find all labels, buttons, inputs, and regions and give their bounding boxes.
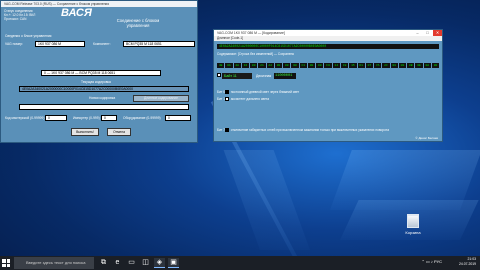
byte-cell[interactable]: 14 <box>332 63 340 68</box>
byte-cell[interactable]: 21 <box>258 63 266 68</box>
workshop-field[interactable]: 0 <box>45 115 67 121</box>
byte-cell[interactable]: 00 <box>431 63 440 68</box>
coding-app-icon[interactable]: ▣ <box>168 258 179 268</box>
byte-cell[interactable]: 0B <box>407 63 415 68</box>
current-coding-label: Текущая кодировка <box>81 80 111 84</box>
execute-button[interactable]: Выполнить! <box>71 128 99 136</box>
coding-window: VAG-COM 1K0 937 086 M — [Кодирование] – … <box>213 29 443 142</box>
byte-cell[interactable]: 00 <box>316 63 324 68</box>
bit-label: Бит 7 <box>217 128 225 132</box>
current-coding-field: 4E0A2A340021A2000000C10000F014C815D1077A… <box>19 86 189 92</box>
byte-cell[interactable]: 00 <box>274 63 283 68</box>
equipment-label: Оборудование (0-99999) <box>123 116 161 120</box>
explorer-icon[interactable]: ▭ <box>126 258 137 268</box>
byte-cell[interactable]: 2C <box>382 63 390 68</box>
bit-row[interactable]: Бит 7 отключение габаритных огней при вы… <box>217 128 389 133</box>
byte-cell[interactable]: 00 <box>390 63 398 68</box>
edge-icon[interactable]: e <box>112 258 123 268</box>
bit-text: постоянный дневной свет через ближний св… <box>230 90 300 94</box>
store-icon[interactable]: ◫ <box>140 258 151 268</box>
coding-select[interactable]: 0 — 1K0 937 086 M — BCM PQ35 M 118 0651 <box>41 70 161 76</box>
byte-cell[interactable]: 00 <box>283 63 291 68</box>
byte-cell[interactable]: 00 <box>307 63 316 68</box>
component-label: Компонент: <box>93 42 111 46</box>
language-indicator[interactable]: РУС <box>434 259 442 264</box>
section-label: Сведения о блоке управления <box>5 34 52 38</box>
bit-text: ассистент дальнего света <box>230 97 269 101</box>
app-subtitle: Соединение с блоком управления <box>116 18 160 28</box>
bit-checkbox[interactable] <box>224 128 229 133</box>
bit-checkbox[interactable] <box>224 97 229 102</box>
recycle-bin[interactable]: Корзина <box>398 214 428 235</box>
windows-logo-icon <box>2 259 6 263</box>
bit-row[interactable]: Бит 1 ассистент дальнего света <box>217 97 269 102</box>
byte-selector[interactable]: Байт 11 <box>222 73 252 79</box>
byte-cell[interactable]: 00 <box>250 63 258 68</box>
byte-cell[interactable]: 0A <box>225 63 233 68</box>
bit-text: отключение габаритных огней при выключен… <box>230 128 389 132</box>
status-line: Содержимое: [Строка без изменений] — Сох… <box>217 52 295 56</box>
workshop-label: Код мастерской (0-99999) <box>5 116 45 120</box>
bit-row[interactable]: Бит 0 постоянный дневной свет через ближ… <box>217 90 300 95</box>
byte-cell[interactable]: C8 <box>340 63 349 68</box>
byte-cell[interactable]: 07 <box>365 63 374 68</box>
clock-date: 24.07.2019 <box>459 262 476 266</box>
byte-cell[interactable]: 2A <box>233 63 241 68</box>
search-input[interactable]: Введите здесь текст для поиска <box>14 257 94 269</box>
byte-cell[interactable]: A2 <box>266 63 274 68</box>
bit-label: Бит 1 <box>217 97 225 101</box>
binary-label: Двоичная <box>256 74 272 78</box>
bit-checkbox[interactable] <box>224 90 229 95</box>
binary-value: 11000001 <box>274 73 296 79</box>
byte-cell[interactable]: 0E <box>415 63 423 68</box>
component-field: BCM PQ35 M 118 0651 <box>123 41 195 47</box>
task-view-icon[interactable]: ⧉ <box>98 258 109 268</box>
byte-cell[interactable]: C1 <box>299 63 307 68</box>
close-icon[interactable]: ✕ <box>433 30 442 36</box>
menu-bar[interactable]: Длинное [Code-1] <box>214 36 442 41</box>
importer-label: Импортер (0-999) <box>73 116 100 120</box>
vasya-app-icon[interactable]: ◈ <box>154 258 165 268</box>
importer-field[interactable]: 0 <box>101 115 117 121</box>
byte-cell[interactable]: D1 <box>357 63 365 68</box>
cancel-button[interactable]: Отмена <box>107 128 131 136</box>
app-logo: ВАСЯ <box>61 7 92 19</box>
recycle-bin-label: Корзина <box>405 230 421 235</box>
byte-cell[interactable]: 34 <box>241 63 250 68</box>
status-line: Протокол: CAN <box>4 17 27 21</box>
long-coding-button[interactable]: Длинное кодирование <box>133 95 189 102</box>
recycle-bin-icon <box>407 214 419 228</box>
hex-coding-field[interactable]: 4E0A2A340021A2000000C10000F014C815D1077A… <box>217 44 439 49</box>
new-coding-label: Новая кодировка <box>89 96 116 100</box>
clock[interactable]: 21:03 24.07.2019 <box>459 257 476 267</box>
connection-status: Статус соединения Кл.+: 12.0 Кл.15: ВКЛ … <box>4 9 46 21</box>
vag-number-field: 1K0 937 086 M <box>35 41 85 47</box>
vasya-window: VAG-COM Release 703.0 (RUS) — Сохранение… <box>0 0 198 143</box>
byte-cell[interactable]: 7A <box>374 63 382 68</box>
byte-cell[interactable]: F0 <box>324 63 332 68</box>
bit-label: Бит 0 <box>217 90 225 94</box>
vag-label: VAG номер: <box>5 42 24 46</box>
taskbar: Введите здесь текст для поиска ⧉ e ▭ ◫ ◈… <box>0 256 480 270</box>
byte-cell[interactable]: 00 <box>291 63 299 68</box>
byte-cell[interactable]: 15 <box>349 63 357 68</box>
byte-cell[interactable]: 4E <box>217 63 225 68</box>
window-title: VAG-COM Release 703.0 (RUS) — Сохранение… <box>1 1 197 7</box>
start-button[interactable] <box>2 259 10 267</box>
byte-row: 4E 0A 2A 34 00 21 A2 00 00 00 C1 00 00 F0 14 C8 15 D1 07 7A… <box>217 63 440 68</box>
minimize-icon[interactable]: – <box>413 30 422 36</box>
footer: © Денис Беляев <box>415 136 438 140</box>
tray-icons[interactable]: ⌃ ▭ ♪ РУС <box>422 259 442 264</box>
maximize-icon[interactable]: □ <box>423 30 432 36</box>
byte-cell[interactable]: 0A <box>423 63 431 68</box>
equipment-field[interactable]: 0 <box>165 115 191 121</box>
byte-checkbox[interactable] <box>217 73 221 77</box>
byte-cell[interactable]: 00 <box>398 63 407 68</box>
new-coding-field[interactable] <box>19 104 189 110</box>
